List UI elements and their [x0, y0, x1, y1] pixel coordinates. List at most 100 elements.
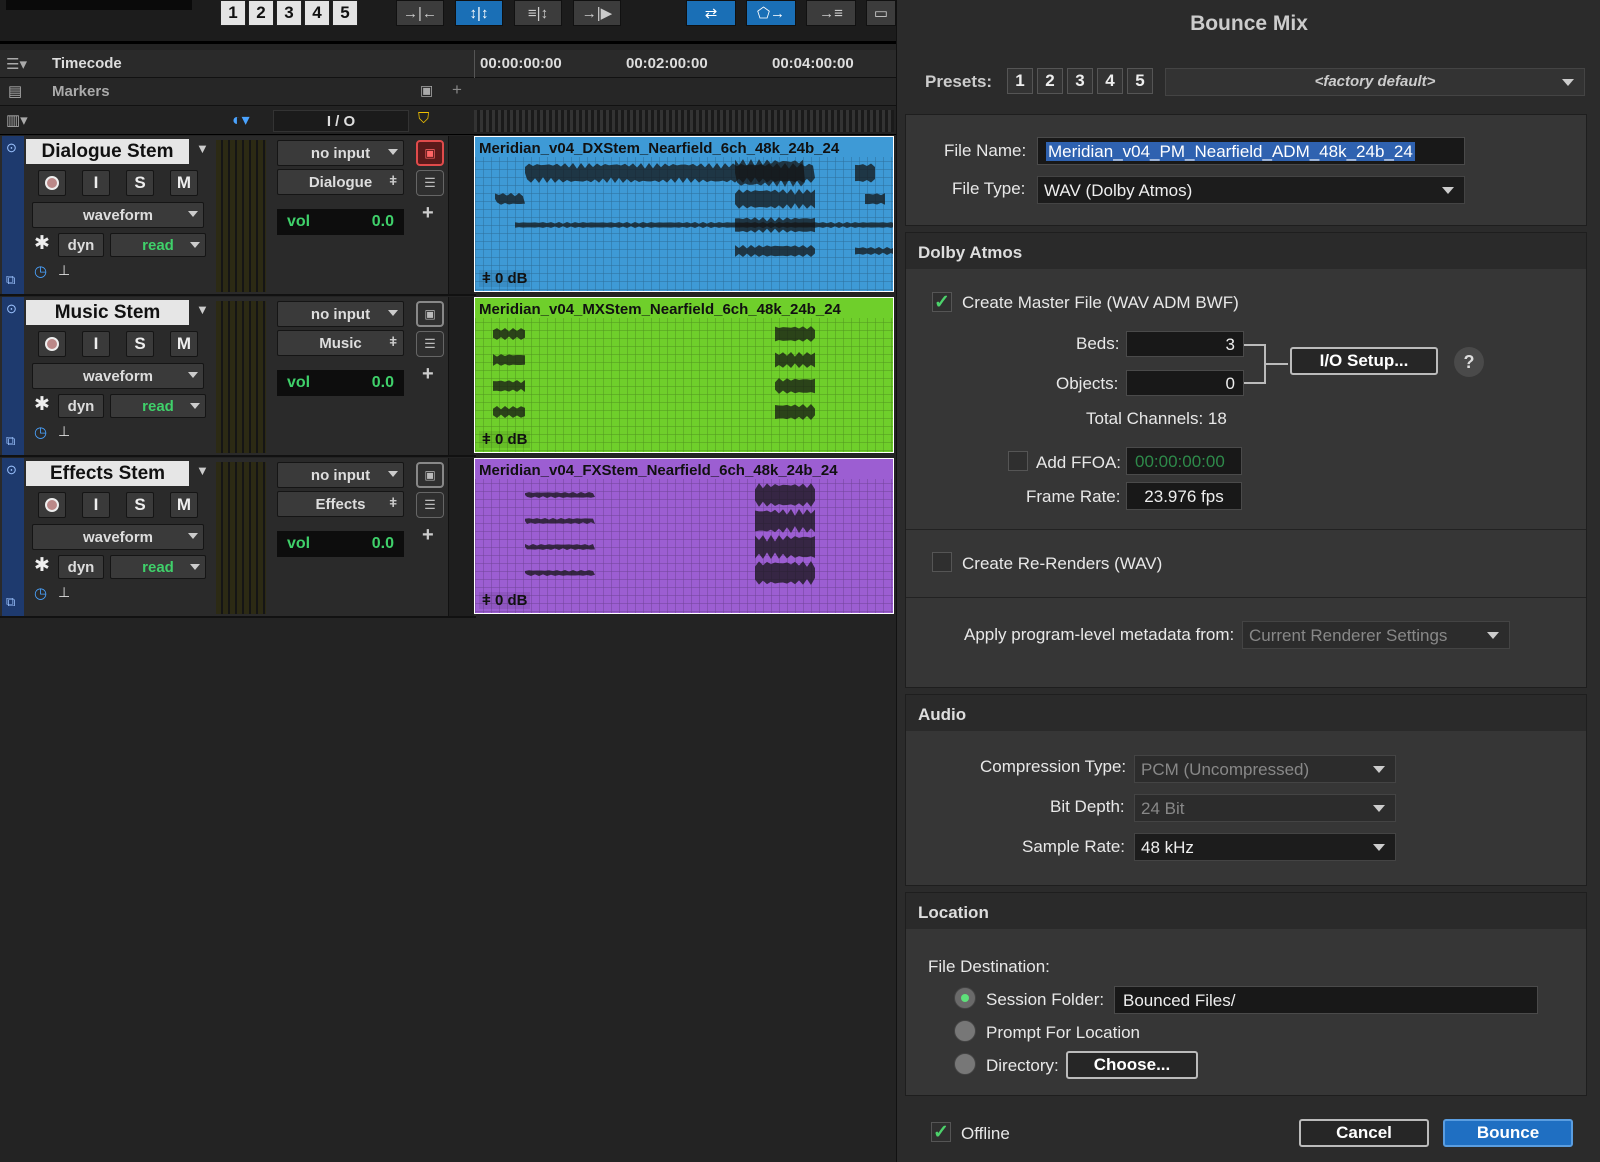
track-expand-icon[interactable]: ⊙ — [6, 140, 17, 156]
compression-type-select[interactable]: PCM (Uncompressed) — [1134, 755, 1396, 783]
link-track-icon[interactable]: ⇄ — [686, 0, 736, 26]
beds-input[interactable]: 3 — [1126, 331, 1244, 357]
preset-4-button[interactable]: 4 — [1097, 68, 1123, 94]
track-name[interactable]: Effects Stem — [26, 461, 189, 486]
track-view-select[interactable]: waveform — [32, 524, 204, 550]
pitch-icon[interactable]: ⊥ — [58, 262, 70, 279]
automation-mode-select[interactable]: read — [110, 233, 206, 257]
marker-follow-icon[interactable]: ⬠→ — [746, 0, 796, 26]
solo-button[interactable]: S — [126, 170, 154, 196]
window-icon[interactable]: ▭ — [866, 0, 896, 26]
preset-2-button[interactable]: 2 — [1037, 68, 1063, 94]
add-marker-icon[interactable]: + — [452, 80, 462, 100]
input-monitor-button[interactable]: I — [82, 170, 110, 196]
session-folder-radio[interactable] — [954, 987, 976, 1009]
input-select[interactable]: no input — [277, 301, 404, 327]
output-select[interactable]: Effects ǂ — [277, 491, 404, 517]
solo-button[interactable]: S — [126, 331, 154, 357]
track-name-menu-icon[interactable]: ▼ — [196, 463, 209, 478]
output-select[interactable]: Music ǂ — [277, 330, 404, 356]
create-master-checkbox[interactable]: ✓ — [932, 292, 952, 313]
preset-3-button[interactable]: 3 — [1067, 68, 1093, 94]
grid-num-4[interactable]: 4 — [304, 0, 330, 26]
grid-num-5[interactable]: 5 — [332, 0, 358, 26]
timebase-icon[interactable]: ◷ — [34, 584, 47, 602]
track-expand-icon[interactable]: ⊙ — [6, 301, 17, 317]
dyn-button[interactable]: dyn — [58, 233, 104, 257]
preset-5-button[interactable]: 5 — [1127, 68, 1153, 94]
dyn-button[interactable]: dyn — [58, 394, 104, 418]
preset-select[interactable]: <factory default> — [1165, 68, 1585, 96]
spot-mode-icon[interactable]: ≡|↕ — [514, 0, 562, 26]
automation-mode-select[interactable]: read — [110, 394, 206, 418]
volume-display[interactable]: vol 0.0 — [277, 531, 404, 557]
output-select[interactable]: Dialogue ǂ — [277, 169, 404, 195]
slip-mode-icon[interactable]: ↕|↕ — [455, 0, 503, 26]
objects-input[interactable]: 0 — [1126, 370, 1244, 396]
sample-rate-select[interactable]: 48 kHz — [1134, 833, 1396, 861]
add-playlist-icon[interactable]: + — [422, 363, 434, 386]
track-options-icon[interactable]: ⧉ — [6, 272, 15, 288]
insert-icon[interactable]: ▣ — [416, 140, 444, 166]
record-enable-button[interactable] — [38, 170, 66, 196]
insertion-follow-icon[interactable]: →≡ — [806, 0, 856, 26]
mute-button[interactable]: M — [170, 331, 198, 357]
prompt-location-radio[interactable] — [954, 1020, 976, 1042]
bounce-button[interactable]: Bounce — [1443, 1119, 1573, 1147]
offline-checkbox[interactable]: ✓ — [931, 1122, 951, 1143]
track-view-select[interactable]: waveform — [32, 363, 204, 389]
input-select[interactable]: no input — [277, 462, 404, 488]
directory-radio[interactable] — [954, 1053, 976, 1075]
clip-gain[interactable]: ǂ 0 dB — [479, 431, 531, 448]
audio-clip[interactable]: Meridian_v04_FXStem_Nearfield_6ch_48k_24… — [474, 458, 894, 614]
timebase-icon[interactable]: ◷ — [34, 423, 47, 441]
metadata-source-select[interactable]: Current Renderer Settings — [1242, 621, 1510, 649]
input-select[interactable]: no input — [277, 140, 404, 166]
asterisk-icon[interactable]: ✱ — [34, 232, 50, 255]
track-name[interactable]: Dialogue Stem — [26, 139, 189, 164]
clip-gain[interactable]: ǂ 0 dB — [479, 592, 531, 609]
track-expand-icon[interactable]: ⊙ — [6, 462, 17, 478]
ffoa-input[interactable]: 00:00:00:00 — [1126, 447, 1242, 475]
clip-gain[interactable]: ǂ 0 dB — [479, 270, 531, 287]
volume-display[interactable]: vol 0.0 — [277, 370, 404, 396]
track-name-menu-icon[interactable]: ▼ — [196, 302, 209, 317]
track-name-menu-icon[interactable]: ▼ — [196, 141, 209, 156]
mute-button[interactable]: M — [170, 492, 198, 518]
track-list-menu-icon[interactable]: ▥▾ — [6, 111, 28, 129]
ruler-menu-icon[interactable]: ☰▾ — [6, 55, 27, 73]
insert-icon[interactable]: ▣ — [416, 462, 444, 488]
help-icon[interactable]: ? — [1454, 347, 1484, 377]
cancel-button[interactable]: Cancel — [1299, 1119, 1429, 1147]
solo-button[interactable]: S — [126, 492, 154, 518]
comment-icon[interactable]: ☰ — [416, 492, 444, 518]
comment-icon[interactable]: ☰ — [416, 331, 444, 357]
add-playlist-icon[interactable]: + — [422, 202, 434, 225]
preset-1-button[interactable]: 1 — [1007, 68, 1033, 94]
file-name-input[interactable]: Meridian_v04_PM_Nearfield_ADM_48k_24b_24 — [1037, 137, 1465, 165]
file-type-select[interactable]: WAV (Dolby Atmos) — [1037, 176, 1465, 204]
bit-depth-select[interactable]: 24 Bit — [1134, 794, 1396, 822]
session-folder-input[interactable]: Bounced Files/ — [1114, 986, 1538, 1014]
track-options-icon[interactable]: ⧉ — [6, 433, 15, 449]
asterisk-icon[interactable]: ✱ — [34, 554, 50, 577]
grid-num-2[interactable]: 2 — [248, 0, 274, 26]
grid-num-3[interactable]: 3 — [276, 0, 302, 26]
comment-icon[interactable]: ☰ — [416, 170, 444, 196]
create-rerenders-checkbox[interactable] — [932, 552, 952, 572]
audio-clip[interactable]: Meridian_v04_MXStem_Nearfield_6ch_48k_24… — [474, 297, 894, 453]
marker-toggle-icon[interactable]: ▣ — [420, 82, 433, 99]
automation-mode-select[interactable]: read — [110, 555, 206, 579]
grid-num-1[interactable]: 1 — [220, 0, 246, 26]
record-enable-button[interactable] — [38, 331, 66, 357]
asterisk-icon[interactable]: ✱ — [34, 393, 50, 416]
volume-display[interactable]: vol 0.0 — [277, 209, 404, 235]
input-monitor-button[interactable]: I — [82, 331, 110, 357]
pitch-icon[interactable]: ⊥ — [58, 584, 70, 601]
dyn-button[interactable]: dyn — [58, 555, 104, 579]
markers-menu-icon[interactable]: ▤ — [8, 82, 22, 100]
timebase-icon[interactable]: ◷ — [34, 262, 47, 280]
record-enable-button[interactable] — [38, 492, 66, 518]
add-ffoa-checkbox[interactable] — [1008, 451, 1028, 471]
grid-mode-icon[interactable]: →|▶ — [573, 0, 621, 26]
